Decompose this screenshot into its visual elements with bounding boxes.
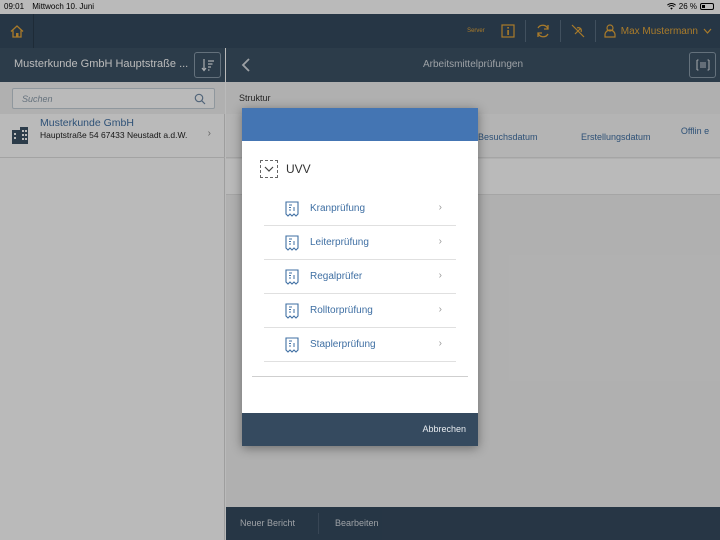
chevron-right-icon: ›	[438, 202, 442, 213]
chevron-right-icon: ›	[438, 236, 442, 247]
item-label: Kranprüfung	[310, 203, 366, 214]
collapse-toggle[interactable]	[260, 160, 278, 178]
document-icon	[285, 303, 299, 319]
item-label: Rolltorprüfung	[310, 305, 373, 316]
inspection-item-kranpruefung[interactable]: Kranprüfung ›	[264, 192, 456, 226]
dialog-header	[242, 108, 478, 141]
document-icon	[285, 269, 299, 285]
item-label: Leiterprüfung	[310, 237, 369, 248]
document-icon	[285, 235, 299, 251]
cancel-button[interactable]: Abbrechen	[422, 424, 466, 434]
inspection-item-regalpruefer[interactable]: Regalprüfer ›	[264, 260, 456, 294]
item-label: Regalprüfer	[310, 271, 363, 282]
inspection-item-leiterpruefung[interactable]: Leiterprüfung ›	[264, 226, 456, 260]
chevron-right-icon: ›	[438, 304, 442, 315]
chevron-right-icon: ›	[438, 338, 442, 349]
inspection-item-rolltorpruefung[interactable]: Rolltorprüfung ›	[264, 294, 456, 328]
dialog-divider	[252, 376, 468, 377]
document-icon	[285, 201, 299, 217]
group-label: UVV	[286, 162, 311, 176]
document-icon	[285, 337, 299, 353]
inspection-item-staplerpruefung[interactable]: Staplerprüfung ›	[264, 328, 456, 362]
chevron-down-icon	[264, 166, 274, 172]
dialog-footer: Abbrechen	[242, 413, 478, 446]
chevron-right-icon: ›	[438, 270, 442, 281]
group-uvv[interactable]: UVV	[260, 160, 311, 178]
inspection-type-dialog: UVV Kranprüfung › Leiterprüfung › Regalp…	[242, 108, 478, 446]
item-label: Staplerprüfung	[310, 339, 376, 350]
